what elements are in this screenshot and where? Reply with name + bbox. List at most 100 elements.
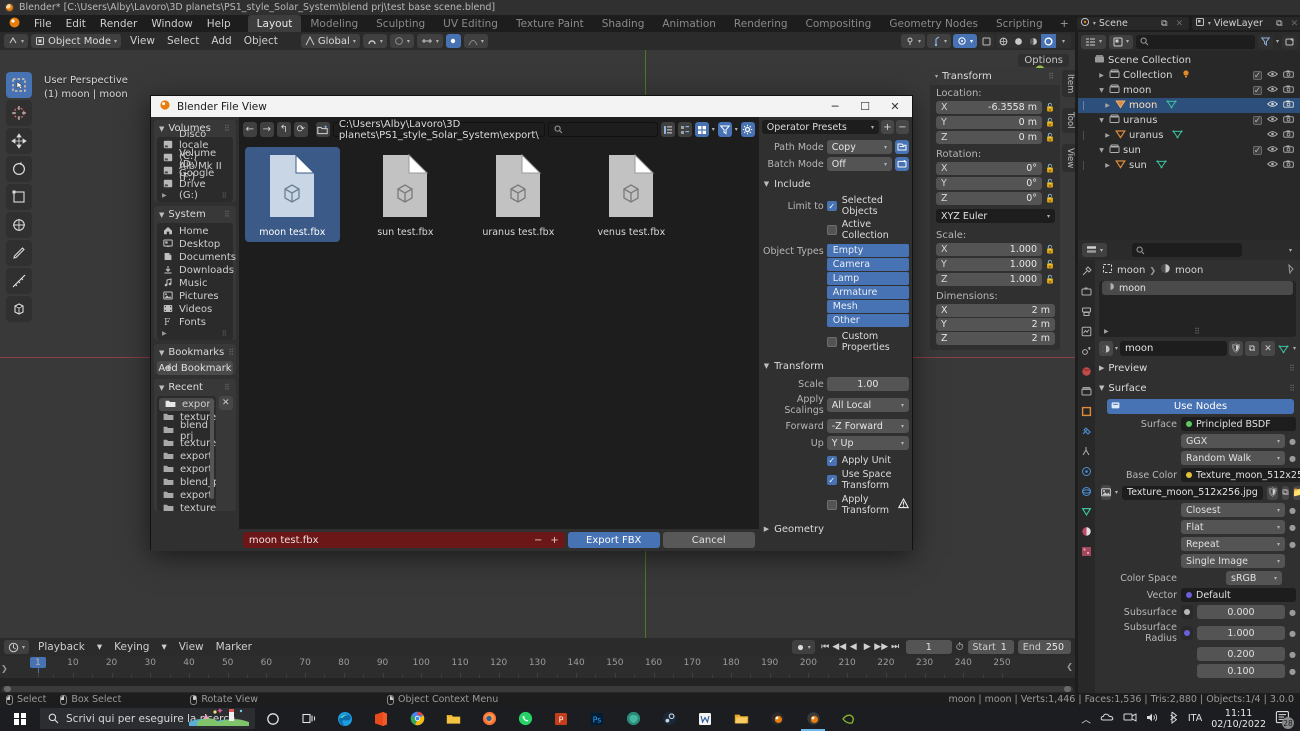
word-icon[interactable] xyxy=(687,706,723,731)
properties-search-input[interactable] xyxy=(1132,243,1243,257)
npanel-tab-tool[interactable]: Tool xyxy=(1062,108,1075,133)
tab-uv-editing[interactable]: UV Editing xyxy=(434,15,507,33)
timeline-editor-type-selector[interactable]: ▾ xyxy=(4,640,30,654)
vector-socket[interactable]: Default xyxy=(1181,588,1296,602)
file-item-uranus[interactable]: uranus test.fbx xyxy=(471,147,566,242)
edge-dev-icon[interactable] xyxy=(615,706,651,731)
animate-property-icon[interactable]: ● xyxy=(1289,454,1296,463)
eye-icon[interactable] xyxy=(1267,85,1278,96)
eye-icon[interactable] xyxy=(1267,130,1278,141)
surface-section-header[interactable]: ▼ Surface ⠿ xyxy=(1099,380,1296,396)
breadcrumb-object-label[interactable]: moon xyxy=(1117,265,1145,276)
breadcrumb-material-label[interactable]: moon xyxy=(1175,265,1203,276)
outliner-display-mode-selector[interactable]: ▾ xyxy=(1109,34,1134,49)
lock-open-icon[interactable]: 🔓 xyxy=(1045,259,1055,270)
refresh-button[interactable]: ⟳ xyxy=(293,122,308,137)
lock-open-icon[interactable]: 🔓 xyxy=(1045,274,1055,285)
location-z-field[interactable]: Z 0 m xyxy=(936,131,1042,144)
tool-rotate-icon[interactable] xyxy=(6,156,32,182)
system-item-pictures[interactable]: Pictures xyxy=(157,290,233,303)
distribution-selector[interactable]: GGX ▾ xyxy=(1181,434,1285,448)
timeline-horizontal-scrollbar[interactable] xyxy=(2,686,1073,692)
base-color-socket[interactable]: Texture_moon_512x25... xyxy=(1181,468,1300,482)
extension-selector[interactable]: Repeat ▾ xyxy=(1181,537,1285,551)
gizmo-toggle[interactable]: ▾ xyxy=(926,34,951,48)
object-type-camera[interactable]: Camera xyxy=(826,258,909,271)
timeline-menu-playback[interactable]: Playback xyxy=(32,639,91,655)
use-space-transform-checkbox[interactable]: ✓ xyxy=(826,475,837,485)
geometry-section-header[interactable]: ▶ Geometry xyxy=(764,521,909,537)
next-keyframe-icon[interactable]: ▶▶ xyxy=(874,640,888,654)
outliner-row-sun-collection[interactable]: ▼ sun ✓ xyxy=(1078,143,1300,158)
whatsapp-icon[interactable] xyxy=(507,706,543,731)
snap-magnet-toggle[interactable]: ▾ xyxy=(362,34,387,48)
notification-center-icon[interactable]: 28 xyxy=(1275,710,1294,729)
scale-y-field[interactable]: Y 1.000 xyxy=(936,258,1042,271)
chevron-down-icon[interactable]: ▾ xyxy=(1289,247,1296,254)
menu-help[interactable]: Help xyxy=(200,16,238,32)
expand-arrow-icon[interactable]: ▼ xyxy=(1097,87,1106,94)
output-tab-icon[interactable] xyxy=(1080,305,1093,318)
subsurface-value-slider[interactable]: 0.000 xyxy=(1197,605,1285,619)
folder-icon[interactable] xyxy=(435,706,471,731)
close-icon[interactable]: ✕ xyxy=(1173,17,1186,30)
open-image-icon[interactable]: 📁 xyxy=(1292,485,1300,500)
proportional-edit-button[interactable] xyxy=(445,34,461,48)
volume-icon[interactable] xyxy=(1146,712,1159,726)
blender-taskbar-icon[interactable] xyxy=(759,706,795,731)
physics-tab-icon[interactable] xyxy=(1080,465,1093,478)
camera-icon[interactable] xyxy=(1283,130,1294,141)
create-new-directory-button[interactable] xyxy=(315,122,330,137)
image-browse-icon[interactable] xyxy=(1101,485,1111,500)
menu-edit[interactable]: Edit xyxy=(59,16,93,32)
dimension-x-field[interactable]: X 2 m xyxy=(936,304,1055,317)
timeline-sidebar-toggle[interactable]: ❮ xyxy=(1066,662,1073,671)
npanel-tab-item[interactable]: Item xyxy=(1062,70,1075,98)
preview-section-header[interactable]: ▶ Preview ⠿ xyxy=(1099,360,1296,376)
mesh-data-icon[interactable] xyxy=(1172,129,1184,142)
active-collection-checkbox[interactable] xyxy=(826,225,837,235)
start-button[interactable] xyxy=(0,706,40,731)
camera-icon[interactable] xyxy=(1283,145,1294,156)
outliner-new-collection-icon[interactable] xyxy=(1282,34,1297,49)
animate-property-icon[interactable]: ● xyxy=(1289,523,1296,532)
object-type-other[interactable]: Other xyxy=(826,314,909,327)
scrollbar-handle-left[interactable] xyxy=(4,686,11,692)
image-name-input[interactable]: Texture_moon_512x256.jpg xyxy=(1122,485,1263,500)
previous-keyframe-icon[interactable]: ◀◀ xyxy=(832,640,846,654)
expand-arrow-icon[interactable]: ▶ xyxy=(1103,102,1112,109)
location-x-field[interactable]: X -6.3558 m xyxy=(936,101,1042,114)
object-tab-icon[interactable] xyxy=(1080,405,1093,418)
photoshop-icon[interactable]: Ps xyxy=(579,706,615,731)
file-item-sun[interactable]: sun test.fbx xyxy=(358,147,453,242)
tab-modeling[interactable]: Modeling xyxy=(301,15,367,33)
display-mode-vertical-list-icon[interactable] xyxy=(660,122,675,137)
falloff-selector[interactable]: ▾ xyxy=(463,34,488,48)
explorer-taskbar-icon[interactable] xyxy=(723,706,759,731)
viewport-menu-object[interactable]: Object xyxy=(238,33,284,49)
system-panel-header[interactable]: ▼ System ⠿ xyxy=(154,206,236,223)
use-nodes-button[interactable]: Use Nodes xyxy=(1107,399,1294,414)
play-reverse-icon[interactable]: ◀ xyxy=(847,640,860,654)
timeline-menu-view[interactable]: View xyxy=(173,639,210,655)
object-type-empty[interactable]: Empty xyxy=(826,244,909,257)
camera-icon[interactable] xyxy=(1283,70,1294,81)
file-item-venus[interactable]: venus test.fbx xyxy=(584,147,679,242)
scene-tab-icon[interactable] xyxy=(1080,345,1093,358)
chevron-down-icon[interactable]: ▾ xyxy=(735,126,738,133)
office-icon[interactable] xyxy=(363,706,399,731)
outliner-filter-icon[interactable] xyxy=(1257,34,1273,49)
eye-icon[interactable] xyxy=(1267,100,1278,111)
checkbox-icon[interactable]: ✓ xyxy=(1253,86,1262,96)
recent-item[interactable]: textures xyxy=(157,502,216,511)
surface-shader-selector[interactable]: Principled BSDF xyxy=(1181,417,1296,431)
path-mode-selector[interactable]: Copy ▾ xyxy=(826,140,892,154)
bookmarks-panel-header[interactable]: ▼ Bookmarks ⠿ xyxy=(154,344,236,361)
tab-layout[interactable]: Layout xyxy=(247,14,302,33)
duplicate-image-icon[interactable]: ⧉ xyxy=(1282,485,1289,500)
eye-icon[interactable] xyxy=(1267,160,1278,171)
system-item-documents[interactable]: Documents xyxy=(157,251,236,264)
color-space-selector[interactable]: sRGB ▾ xyxy=(1226,571,1282,585)
expand-arrow-icon[interactable]: ▶ xyxy=(1104,328,1110,335)
viewport-menu-select[interactable]: Select xyxy=(161,33,205,49)
